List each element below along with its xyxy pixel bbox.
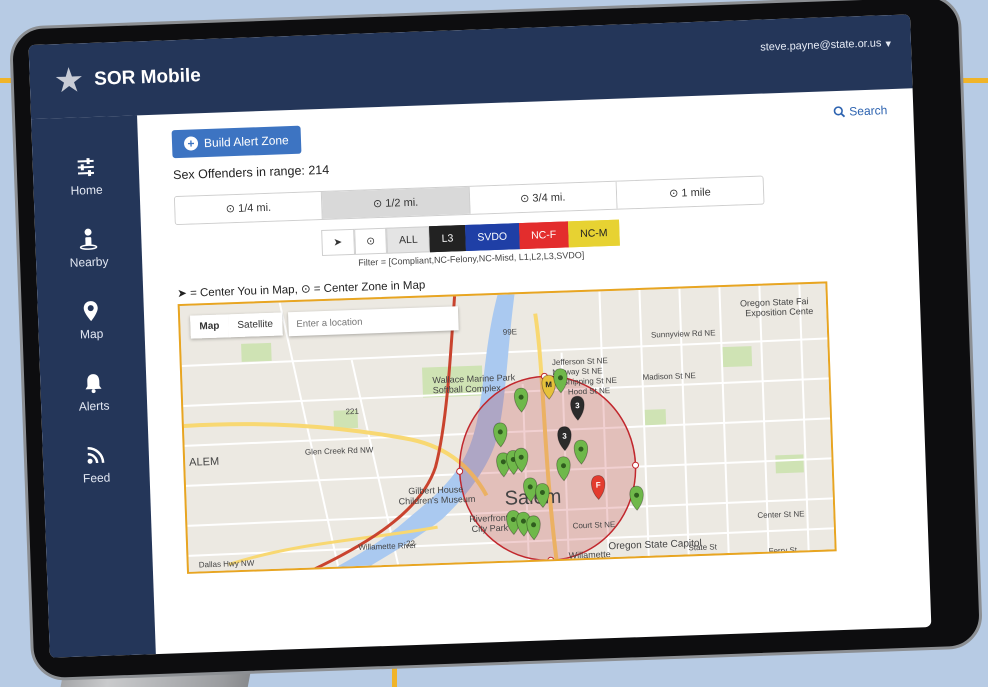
map-label-court: Court St NE xyxy=(572,520,615,530)
filter-ncf-button[interactable]: NC-F xyxy=(518,221,569,250)
sidebar-item-label: Nearby xyxy=(69,254,109,270)
user-menu[interactable]: steve.payne@state.or.us ▾ xyxy=(760,37,891,55)
user-email: steve.payne@state.or.us xyxy=(760,37,882,54)
filter-l3-button[interactable]: L3 xyxy=(429,225,466,253)
tab-label: 1 mile xyxy=(681,186,711,200)
sidebar: Home Nearby Map Alerts Feed xyxy=(31,115,156,658)
tab-three-quarter-mile[interactable]: ⊙ 3/4 mi. xyxy=(469,181,618,214)
marker-label: F xyxy=(596,480,601,489)
map-label-riverfront-2: City Park xyxy=(471,523,508,534)
map-label-center: Center St NE xyxy=(757,509,804,520)
offenders-in-range-value: Sex Offenders in range: 214 xyxy=(172,162,330,183)
search-icon xyxy=(833,106,846,118)
plus-circle-icon: + xyxy=(183,136,199,151)
sidebar-item-label: Map xyxy=(79,326,104,342)
map-marker-icon xyxy=(83,301,98,322)
sidebar-item-home[interactable]: Home xyxy=(69,155,103,198)
sidebar-item-nearby[interactable]: Nearby xyxy=(69,227,109,270)
map-label-ferry: Ferry St xyxy=(768,546,798,556)
tab-half-mile[interactable]: ⊙ 1/2 mi. xyxy=(322,186,471,219)
zone-handle[interactable] xyxy=(456,467,464,475)
sliders-icon xyxy=(77,158,95,177)
map-label-salem-west: ALEM xyxy=(189,456,219,469)
map-label-hwy-221: 221 xyxy=(345,407,359,416)
app-title[interactable]: SOR Mobile xyxy=(94,65,201,91)
center-you-button[interactable]: ➤ xyxy=(321,228,355,257)
sidebar-item-map[interactable]: Map xyxy=(79,299,104,342)
zone-handle[interactable] xyxy=(632,461,640,469)
search-label: Search xyxy=(849,103,888,119)
build-alert-zone-label: Build Alert Zone xyxy=(203,133,289,151)
tab-label: 1/4 mi. xyxy=(237,201,272,215)
tab-one-mile[interactable]: ⊙ 1 mile xyxy=(616,176,764,209)
rss-icon xyxy=(87,447,105,464)
chevron-down-icon: ▾ xyxy=(885,37,892,50)
tab-label: 1/2 mi. xyxy=(385,196,419,210)
search-link[interactable]: Search xyxy=(833,103,888,119)
map-label-hwy-99e: 99E xyxy=(503,327,518,336)
filter-svdo-button[interactable]: SVDO xyxy=(464,223,520,252)
sidebar-item-label: Home xyxy=(70,182,103,198)
build-alert-zone-button[interactable]: + Build Alert Zone xyxy=(171,125,302,159)
filter-all-button[interactable]: ALL xyxy=(386,226,431,254)
marker-label: 3 xyxy=(575,401,580,410)
main-content: + Build Alert Zone Search Sex Offenders … xyxy=(137,88,931,654)
map-type-satellite[interactable]: Satellite xyxy=(228,312,283,338)
marker-label: M xyxy=(545,380,552,389)
bell-icon xyxy=(85,374,102,394)
marker-label: 3 xyxy=(562,432,567,441)
star-badge-icon: ★ xyxy=(53,61,85,101)
map-label-hwy-22: 22 xyxy=(406,539,416,548)
sidebar-item-label: Alerts xyxy=(78,398,110,414)
tablet-device: ★ SOR Mobile steve.payne@state.or.us ▾ H… xyxy=(8,0,984,682)
person-icon xyxy=(79,228,98,250)
center-zone-button[interactable]: ⊙ xyxy=(353,227,388,255)
map-type-map[interactable]: Map xyxy=(190,314,229,339)
map-label-state: State St xyxy=(688,542,718,552)
filter-ncm-button[interactable]: NC-M xyxy=(567,219,620,248)
zone-handle[interactable] xyxy=(547,556,555,564)
sidebar-item-feed[interactable]: Feed xyxy=(82,443,111,486)
sidebar-item-label: Feed xyxy=(82,470,111,486)
tab-quarter-mile[interactable]: ⊙ 1/4 mi. xyxy=(174,191,324,225)
sidebar-item-alerts[interactable]: Alerts xyxy=(78,371,110,414)
map-label-madison: Madison St NE xyxy=(642,371,696,382)
map-label-hood: Hood St NE xyxy=(568,386,611,396)
tab-label: 3/4 mi. xyxy=(532,191,566,205)
app-screen: ★ SOR Mobile steve.payne@state.or.us ▾ H… xyxy=(28,14,932,658)
map-view[interactable]: Wallace Marine Park Softball Complex Gil… xyxy=(177,281,837,574)
map-type-toggle: Map Satellite xyxy=(190,312,283,339)
map-label-willamette-u: Willamette xyxy=(568,549,610,560)
